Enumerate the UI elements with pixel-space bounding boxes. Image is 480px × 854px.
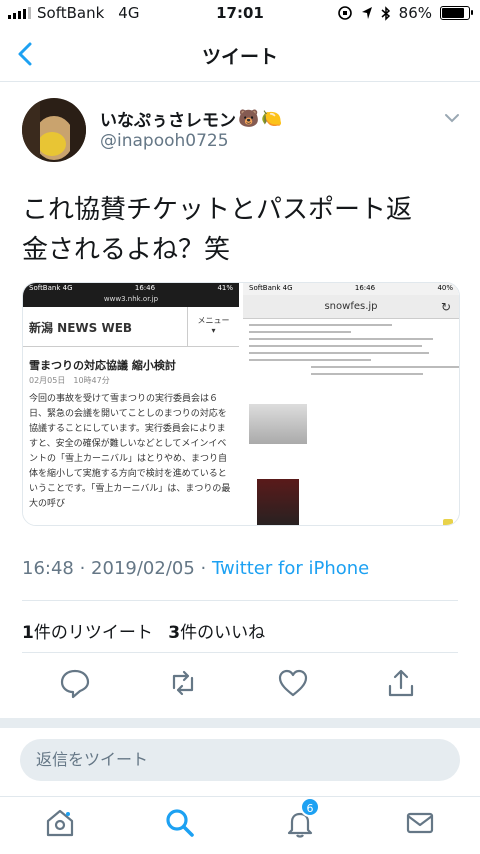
retweet-count: 1 bbox=[22, 623, 34, 643]
image1-menu: メニュー ▾ bbox=[187, 307, 239, 347]
status-right: 86% bbox=[337, 4, 473, 22]
divider bbox=[22, 652, 458, 653]
display-name-text: いなぷぅさレモン bbox=[100, 111, 236, 131]
image1-time: 16:46 bbox=[134, 284, 156, 292]
search-icon[interactable] bbox=[164, 807, 196, 839]
image2-url: snowfes.jp bbox=[324, 301, 378, 312]
lemon-emoji: 🍋 bbox=[261, 108, 283, 129]
image1-date: 02月05日 10時47分 bbox=[29, 376, 110, 385]
image1-menu-arrow-icon: ▾ bbox=[211, 326, 216, 335]
like-heart-icon[interactable] bbox=[276, 666, 310, 700]
image1-carrier: SoftBank 4G bbox=[29, 284, 73, 292]
image2-url-bar: snowfes.jp ↻ bbox=[243, 295, 459, 319]
tweet-stats: 1件のリツイート 3件のいいね bbox=[22, 618, 265, 643]
tweet-text: これ協賛チケットとパスポート返 金されるよね？笑 bbox=[22, 190, 462, 270]
image1-status-bar: SoftBank 4G 16:46 41% bbox=[23, 283, 239, 295]
tweet-text-line2: 金されるよね？笑 bbox=[22, 235, 231, 265]
media-image-1[interactable]: SoftBank 4G 16:46 41% www3.nhk.or.jp 新潟 … bbox=[23, 283, 239, 525]
image1-body: 今回の事故を受けて雪まつりの実行委員会は６日、緊急の会議を開いてことしのまつりの… bbox=[29, 394, 231, 509]
retweet-stat[interactable]: 1件のリツイート bbox=[22, 623, 153, 643]
share-icon[interactable] bbox=[384, 666, 418, 700]
image1-header: 新潟 NEWS WEB メニュー ▾ bbox=[23, 307, 239, 347]
like-label: 件のいいね bbox=[180, 623, 266, 643]
divider bbox=[22, 600, 458, 601]
image2-status-bar: SoftBank 4G 16:46 40% bbox=[243, 283, 459, 295]
like-count: 3 bbox=[168, 623, 181, 643]
chevron-down-icon[interactable] bbox=[444, 112, 460, 124]
page-title: ツイート bbox=[201, 46, 278, 68]
bluetooth-icon bbox=[381, 5, 390, 21]
notifications-badge: 6 bbox=[300, 797, 320, 817]
home-icon[interactable] bbox=[44, 807, 76, 839]
action-bar bbox=[0, 666, 480, 706]
messages-icon[interactable] bbox=[404, 807, 436, 839]
avatar[interactable] bbox=[22, 98, 86, 162]
image1-battery: 41% bbox=[217, 284, 233, 292]
orientation-lock-icon bbox=[337, 6, 352, 20]
like-stat[interactable]: 3件のいいね bbox=[168, 623, 265, 643]
image1-url: www3.nhk.or.jp bbox=[23, 295, 239, 307]
image2-content bbox=[249, 319, 459, 525]
image1-menu-label: メニュー bbox=[197, 316, 230, 325]
reload-icon: ↻ bbox=[440, 300, 451, 314]
image2-portrait-photo bbox=[257, 479, 299, 525]
media-grid: SoftBank 4G 16:46 41% www3.nhk.or.jp 新潟 … bbox=[22, 282, 460, 526]
avatar-image bbox=[22, 98, 86, 162]
reply-input[interactable]: 返信をツイート bbox=[20, 739, 460, 781]
retweet-icon[interactable] bbox=[166, 666, 200, 700]
status-bar: SoftBank 4G 17:01 86% bbox=[0, 0, 480, 26]
image2-time: 16:46 bbox=[354, 284, 376, 292]
battery-fill bbox=[442, 8, 465, 18]
user-handle[interactable]: @inapooh0725 bbox=[100, 131, 229, 151]
tweet-text-line1: これ協賛チケットとパスポート返 bbox=[22, 195, 413, 225]
image2-carrier: SoftBank 4G bbox=[249, 284, 293, 292]
image2-battery: 40% bbox=[437, 284, 453, 292]
timestamp-text: 16:48 · 2019/02/05 · bbox=[22, 558, 212, 579]
image1-brand: 新潟 NEWS WEB bbox=[29, 321, 133, 335]
reply-icon[interactable] bbox=[58, 666, 92, 700]
nav-bar: ツイート bbox=[0, 26, 480, 82]
notifications-tab[interactable]: 6 bbox=[284, 797, 320, 839]
tweet-timestamp: 16:48 · 2019/02/05 · Twitter for iPhone bbox=[22, 558, 369, 579]
battery-percent: 86% bbox=[398, 4, 432, 22]
image2-scroll-badge bbox=[443, 519, 453, 525]
source-link[interactable]: Twitter for iPhone bbox=[212, 558, 369, 579]
bear-emoji: 🐻 bbox=[238, 108, 260, 129]
tab-bar: 6 bbox=[0, 796, 480, 854]
battery-icon bbox=[440, 6, 473, 20]
retweet-label: 件のリツイート bbox=[33, 623, 153, 643]
image1-headline: 雪まつりの対応協議 縮小検討 bbox=[29, 359, 176, 372]
display-name[interactable]: いなぷぅさレモン 🐻 🍋 bbox=[100, 106, 283, 132]
media-image-2[interactable]: SoftBank 4G 16:46 40% snowfes.jp ↻ bbox=[243, 283, 459, 525]
location-icon bbox=[361, 7, 372, 19]
section-separator bbox=[0, 718, 480, 728]
image2-group-photo bbox=[249, 404, 307, 444]
